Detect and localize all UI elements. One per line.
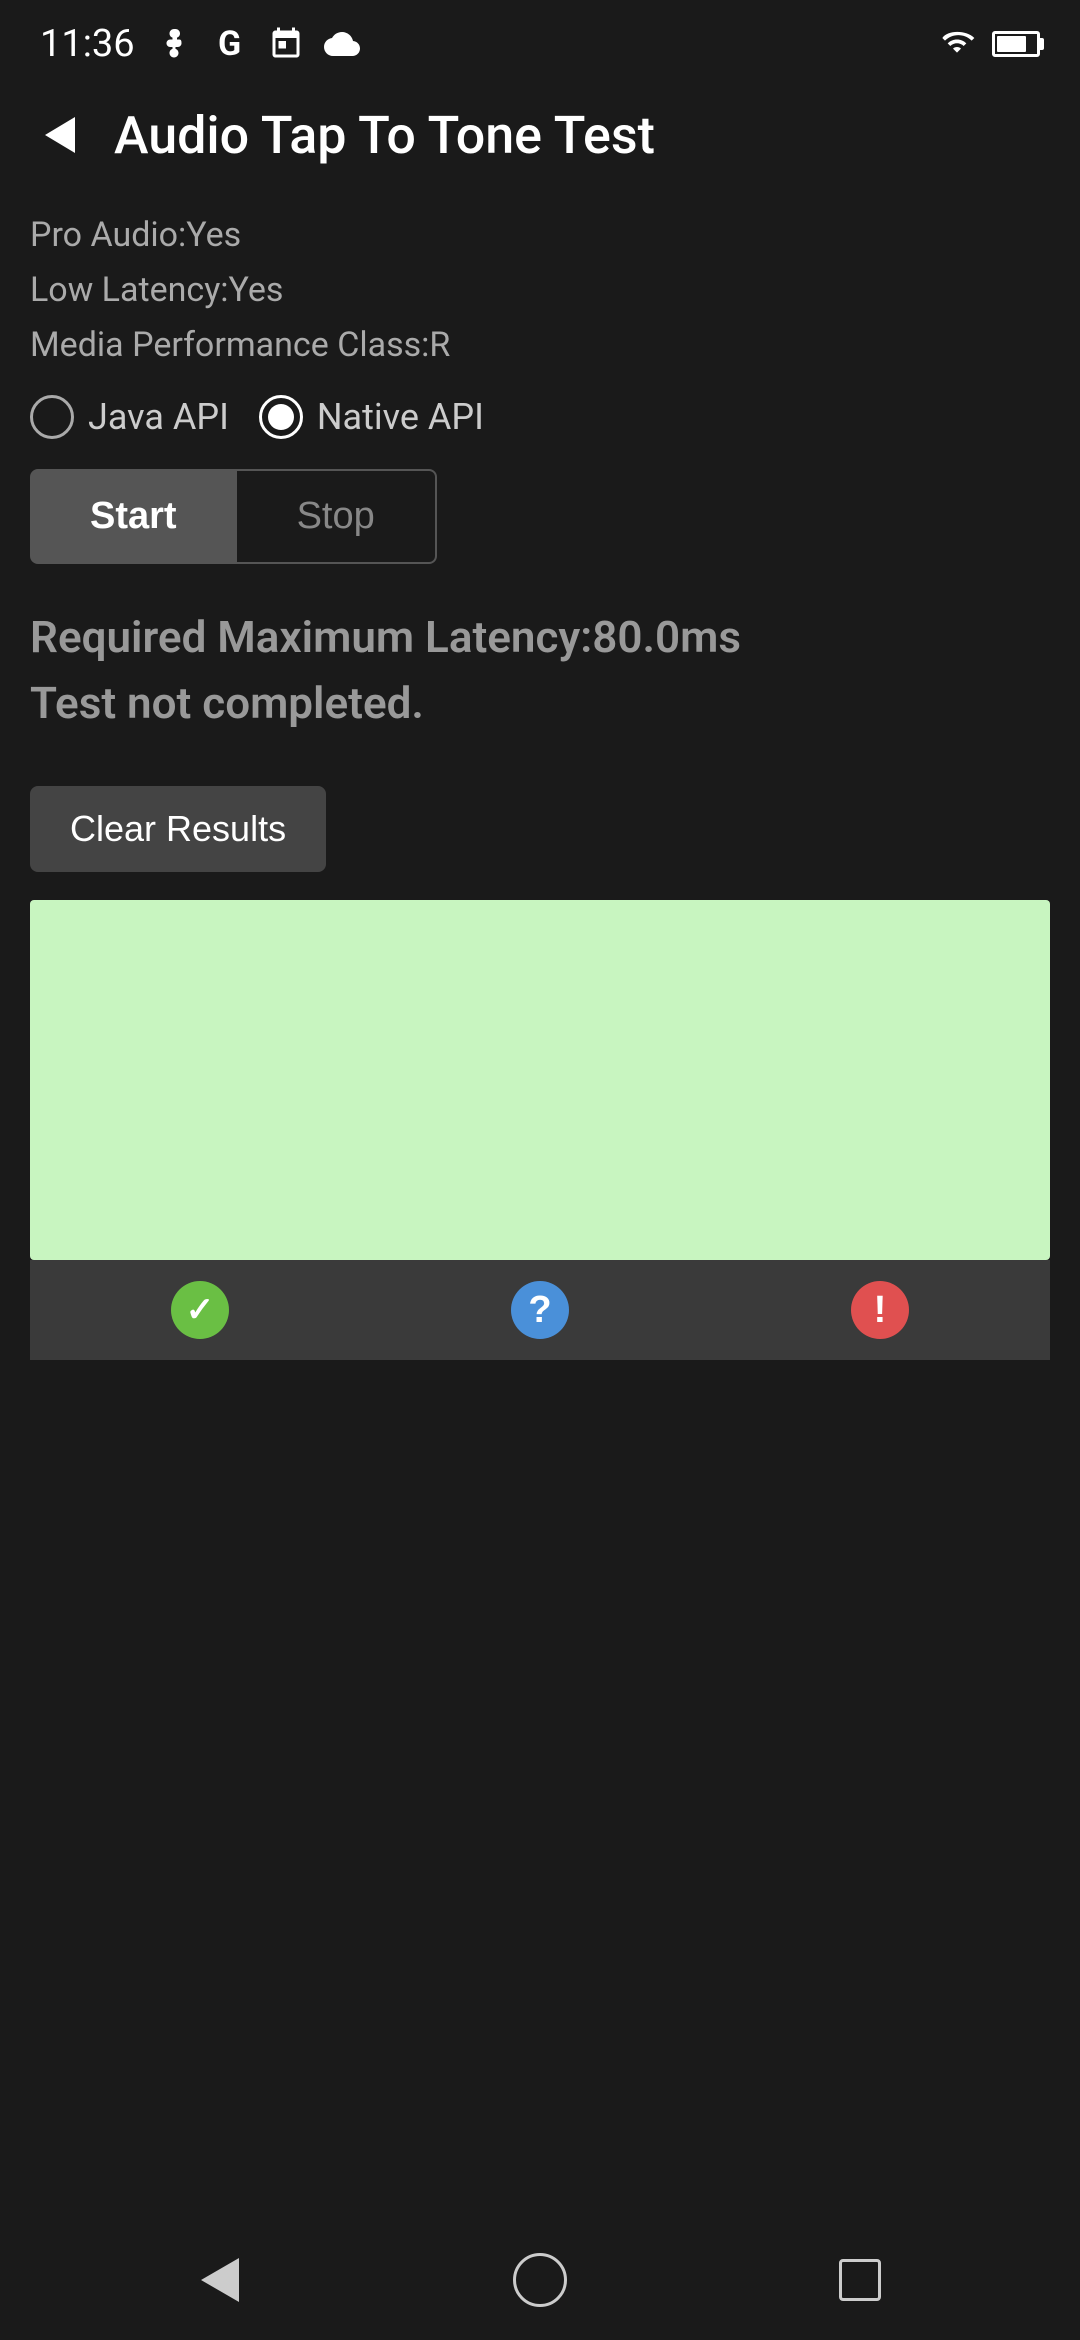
check-circle-icon: ✓	[171, 1281, 229, 1339]
status-time: 11:36	[40, 22, 135, 66]
radio-native-label: Native API	[317, 396, 484, 438]
action-buttons: ✓ ? !	[30, 1260, 1050, 1360]
status-message: Required Maximum Latency:80.0ms Test not…	[30, 604, 1050, 736]
question-mark-icon: ?	[528, 1289, 551, 1332]
fail-button[interactable]: !	[710, 1260, 1050, 1360]
result-area	[30, 900, 1050, 1260]
media-performance-info: Media Performance Class:R	[30, 320, 1050, 371]
nav-back-icon	[201, 2258, 239, 2302]
radio-native-api[interactable]: Native API	[259, 395, 484, 439]
radio-group: Java API Native API	[30, 395, 1050, 439]
back-arrow-icon	[45, 117, 75, 153]
latency-message: Required Maximum Latency:80.0ms	[30, 604, 1050, 670]
radio-java-label: Java API	[88, 396, 229, 438]
back-button[interactable]	[30, 105, 90, 165]
stop-button[interactable]: Stop	[237, 469, 437, 564]
google-icon: G	[209, 23, 251, 65]
pro-audio-info: Pro Audio:Yes	[30, 210, 1050, 261]
buttons-row: Start Stop	[30, 469, 1050, 564]
app-bar: Audio Tap To Tone Test	[0, 80, 1080, 190]
fan-icon	[153, 23, 195, 65]
warning-circle-icon: !	[851, 1281, 909, 1339]
status-right	[936, 26, 1040, 62]
start-button[interactable]: Start	[30, 469, 237, 564]
nav-bar	[0, 2220, 1080, 2340]
low-latency-info: Low Latency:Yes	[30, 265, 1050, 316]
clear-results-button[interactable]: Clear Results	[30, 786, 326, 872]
nav-back-button[interactable]	[180, 2240, 260, 2320]
calendar-icon	[265, 23, 307, 65]
exclamation-mark-icon: !	[874, 1289, 887, 1332]
radio-native-circle	[259, 395, 303, 439]
app-title: Audio Tap To Tone Test	[114, 105, 655, 166]
cloud-icon	[321, 23, 363, 65]
battery-icon	[992, 31, 1040, 57]
question-circle-icon: ?	[511, 1281, 569, 1339]
unknown-button[interactable]: ?	[370, 1260, 710, 1360]
status-icons: G	[153, 23, 363, 65]
nav-recent-icon	[839, 2259, 881, 2301]
completion-message: Test not completed.	[30, 670, 1050, 736]
nav-home-button[interactable]	[500, 2240, 580, 2320]
pass-button[interactable]: ✓	[30, 1260, 370, 1360]
check-mark-icon: ✓	[186, 1290, 215, 1330]
radio-java-circle	[30, 395, 74, 439]
status-left: 11:36 G	[40, 22, 363, 66]
radio-java-api[interactable]: Java API	[30, 395, 229, 439]
nav-home-icon	[513, 2253, 567, 2307]
wifi-icon	[936, 26, 978, 62]
nav-recent-button[interactable]	[820, 2240, 900, 2320]
content: Pro Audio:Yes Low Latency:Yes Media Perf…	[0, 190, 1080, 1380]
status-bar: 11:36 G	[0, 0, 1080, 80]
